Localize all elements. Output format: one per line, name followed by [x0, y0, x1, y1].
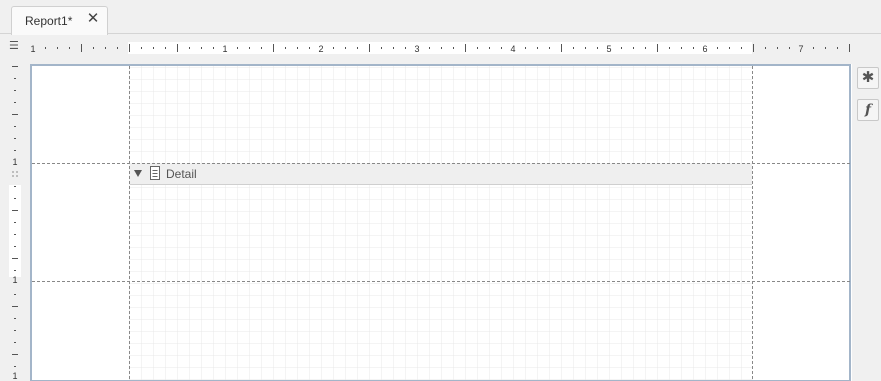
gear-icon: ✱: [861, 69, 875, 86]
ruler-label: 1: [12, 371, 17, 381]
band-label-detail: Detail: [166, 167, 197, 181]
band-header-detail[interactable]: [130, 164, 752, 185]
tab-title: Report1*: [25, 14, 73, 28]
close-icon[interactable]: ✕: [85, 11, 101, 27]
printable-area-grid: [129, 64, 753, 381]
ruler-label: 4: [510, 44, 515, 54]
ruler-label: 1: [12, 275, 17, 285]
ruler-label: 2: [318, 44, 323, 54]
function-icon: f: [864, 102, 872, 118]
ruler-label: 1: [30, 44, 35, 54]
ruler-label: 5: [606, 44, 611, 54]
ruler-label: 7: [798, 44, 803, 54]
vertical-ruler: 1 1 1: [9, 66, 21, 381]
ruler-label: 1: [222, 44, 227, 54]
band-resize-handle[interactable]: [12, 171, 18, 177]
document-icon: [150, 166, 160, 180]
ruler-label: 3: [414, 44, 419, 54]
tab-report1[interactable]: Report1* ✕: [11, 6, 108, 35]
properties-button[interactable]: ✱: [857, 67, 879, 89]
ruler-label: 6: [702, 44, 707, 54]
ruler-label: 1: [12, 157, 17, 167]
report-design-surface[interactable]: [30, 64, 852, 381]
document-tab-bar: Report1* ✕: [0, 0, 881, 35]
expressions-button[interactable]: f: [857, 99, 879, 121]
horizontal-ruler: 1 1 2 3 4 5 6 7: [30, 42, 850, 54]
